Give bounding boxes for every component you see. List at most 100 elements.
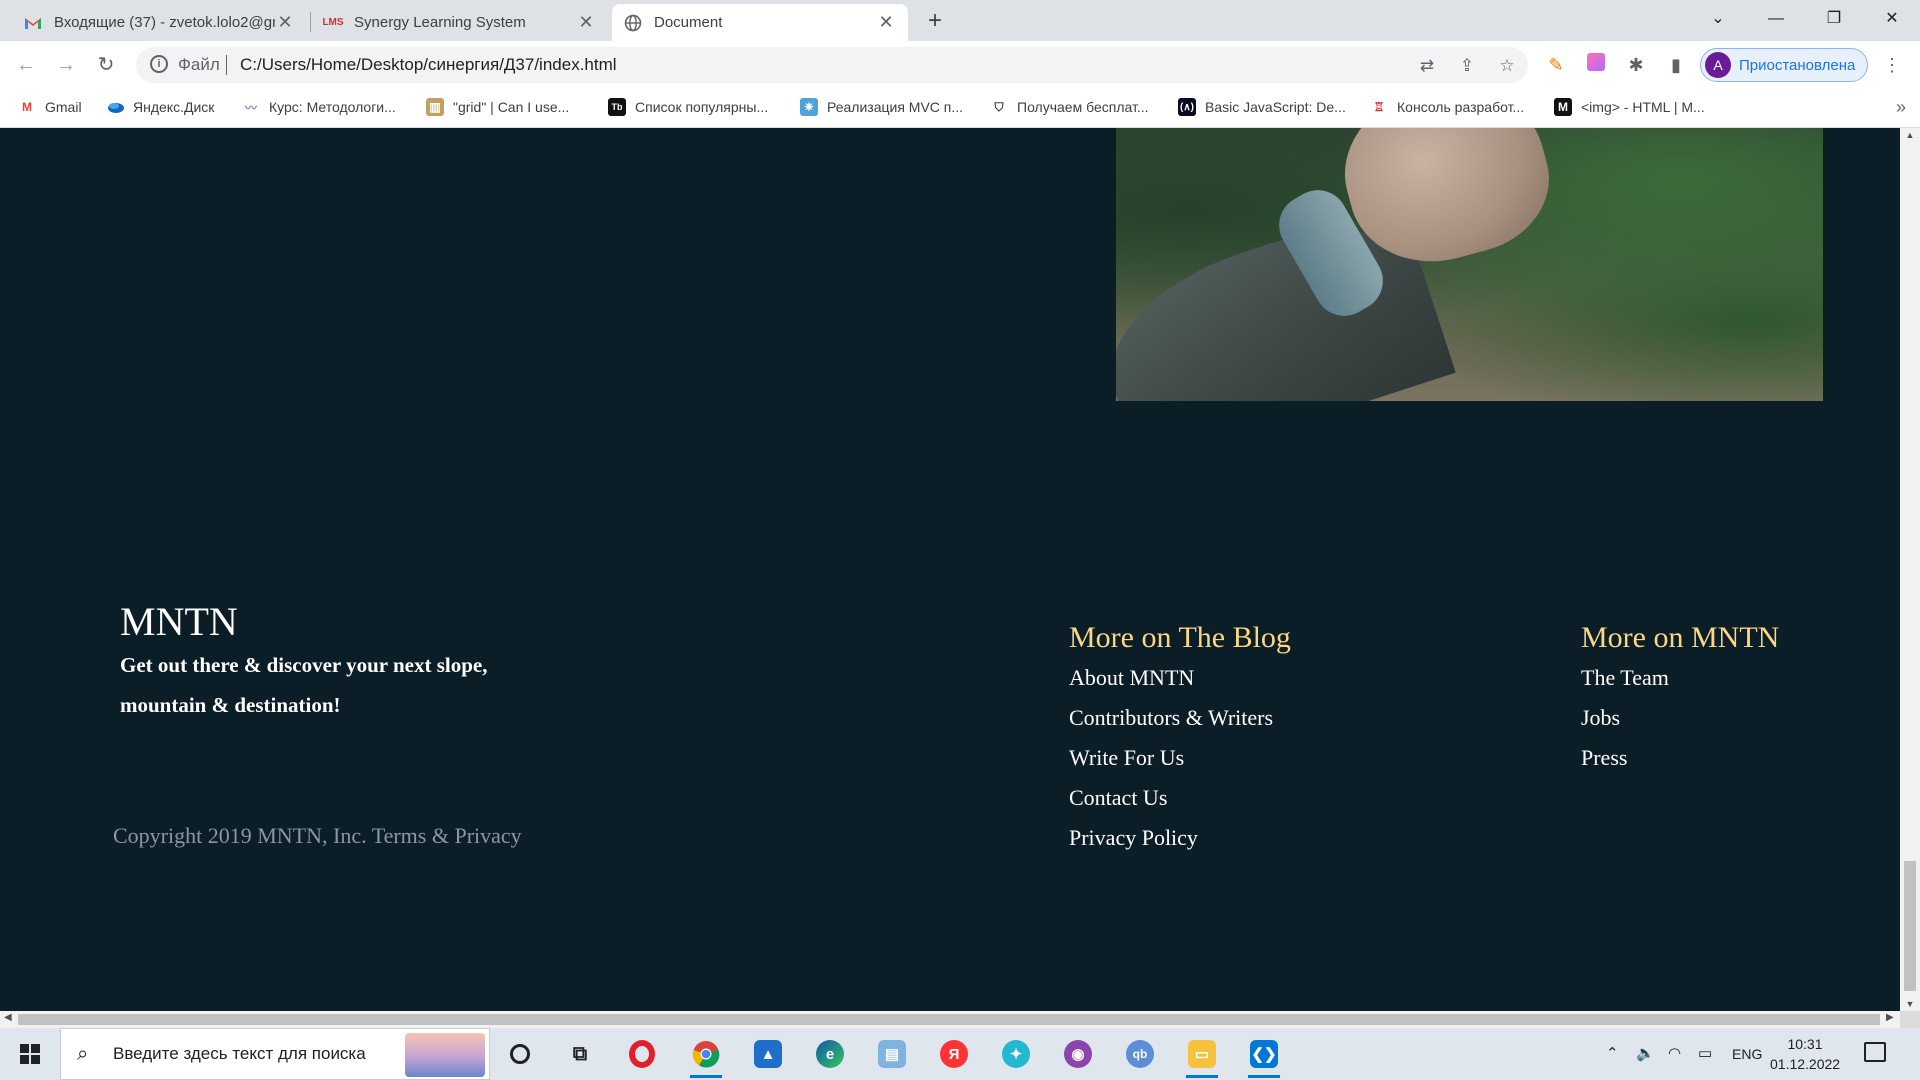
close-tab-icon[interactable]: ✕	[576, 12, 596, 33]
avatar: A	[1705, 52, 1731, 78]
share-icon[interactable]: ⇪	[1456, 55, 1478, 77]
vertical-scrollbar[interactable]: ▲ ▼	[1900, 128, 1920, 1011]
bookmark-course[interactable]: 〰 Курс: Методологи...	[242, 98, 396, 116]
footer-column-mntn: More on MNTN The Team Jobs Press	[1581, 618, 1779, 778]
translate-icon[interactable]: ⇄	[1416, 55, 1438, 77]
footer-link-write[interactable]: Write For Us	[1069, 738, 1291, 778]
tab-synergy[interactable]: LMS Synergy Learning System ✕	[312, 4, 608, 41]
bookmark-caniuse[interactable]: ▥ "grid" | Can I use...	[426, 98, 569, 116]
reload-button[interactable]: ↻	[92, 51, 120, 79]
menu-kebab-icon[interactable]: ⋮	[1880, 53, 1904, 77]
cortana-icon[interactable]	[500, 1034, 540, 1074]
tab-title: Входящие (37) - zvetok.lolo2@gmail.com	[54, 14, 275, 31]
bookmark-star-icon[interactable]: ☆	[1496, 55, 1518, 77]
extension-gradient-icon[interactable]	[1584, 53, 1608, 77]
bookmark-popular-list[interactable]: Tb Список популярны...	[608, 98, 768, 116]
task-view-icon[interactable]: ⧉	[560, 1034, 600, 1074]
yandex-browser-icon[interactable]: Я	[934, 1034, 974, 1074]
footer-column-title: More on The Blog	[1069, 621, 1291, 654]
scroll-right-arrow-icon[interactable]: ▶	[1886, 1012, 1894, 1023]
scroll-down-arrow-icon[interactable]: ▼	[1900, 999, 1920, 1009]
start-button[interactable]	[0, 1028, 60, 1080]
show-hidden-icons-icon[interactable]: ⌃	[1606, 1028, 1619, 1080]
back-button[interactable]: ←	[12, 51, 40, 79]
side-panel-icon[interactable]: ▮	[1664, 53, 1688, 77]
app-icon[interactable]: ✦	[996, 1034, 1036, 1074]
footer-link-contact[interactable]: Contact Us	[1069, 778, 1291, 818]
bookmark-label: Реализация MVC п...	[827, 99, 964, 115]
url-text[interactable]: C:/Users/Home/Desktop/синергия/Д37/index…	[240, 55, 617, 75]
bookmarks-overflow-icon[interactable]: »	[1896, 97, 1906, 118]
battery-icon[interactable]: ▭	[1698, 1028, 1712, 1080]
profile-button[interactable]: A Приостановлена	[1700, 48, 1868, 82]
bookmark-devconsole[interactable]: ♖ Консоль разработ...	[1370, 98, 1524, 116]
bookmark-label: Gmail	[45, 99, 82, 115]
bookmarks-bar: M Gmail Яндекс.Диск 〰 Курс: Методологи..…	[0, 89, 1920, 128]
qbittorrent-icon[interactable]: qb	[1120, 1034, 1160, 1074]
footer-link-contributors[interactable]: Contributors & Writers	[1069, 698, 1291, 738]
photos-icon[interactable]: ▲	[748, 1034, 788, 1074]
bookmark-yandex-disk[interactable]: Яндекс.Диск	[106, 98, 214, 116]
file-explorer-icon[interactable]: ▭	[1182, 1034, 1222, 1078]
scrollbar-thumb[interactable]	[1904, 861, 1916, 991]
page-viewport: MNTN Get out there & discover your next …	[0, 128, 1920, 1011]
horizontal-scrollbar[interactable]: ◀ ▶	[0, 1011, 1900, 1028]
github-desktop-icon[interactable]: ◉	[1058, 1034, 1098, 1074]
tab-document[interactable]: Document ✕	[612, 4, 908, 41]
bookmark-mdn[interactable]: M <img> - HTML | M...	[1554, 98, 1705, 116]
bookmark-label: Консоль разработ...	[1397, 99, 1525, 115]
footer-logo[interactable]: MNTN	[120, 598, 238, 645]
info-icon[interactable]: i	[150, 55, 168, 73]
globe-icon	[624, 14, 642, 32]
course-icon: 〰	[244, 100, 257, 115]
bookmark-free[interactable]: ⛉ Получаем бесплат...	[990, 98, 1149, 116]
scrollbar-corner	[1900, 1011, 1920, 1028]
footer-link-jobs[interactable]: Jobs	[1581, 698, 1779, 738]
shield-icon: ⛉	[994, 99, 1004, 114]
bookmark-gmail[interactable]: M Gmail	[18, 98, 82, 116]
notification-center-icon[interactable]	[1864, 1042, 1886, 1062]
footer-link-privacy[interactable]: Privacy Policy	[1069, 818, 1291, 858]
footer-link-press[interactable]: Press	[1581, 738, 1779, 778]
notepad-icon[interactable]: ▤	[872, 1034, 912, 1074]
edge-icon[interactable]: e	[810, 1034, 850, 1074]
close-tab-icon[interactable]: ✕	[275, 12, 295, 33]
footer-link-about[interactable]: About MNTN	[1069, 658, 1291, 698]
profile-status: Приостановлена	[1739, 56, 1856, 74]
browser-toolbar: ← → ↻ i Файл C:/Users/Home/Desktop/синер…	[0, 41, 1920, 89]
close-window-button[interactable]: ✕	[1864, 0, 1920, 41]
tab-gmail[interactable]: Входящие (37) - zvetok.lolo2@gmail.com ✕	[12, 4, 307, 41]
taskbar-search[interactable]: ⌕ Введите здесь текст для поиска	[60, 1028, 490, 1080]
mvc-icon: ✷	[800, 98, 818, 116]
footer-link-team[interactable]: The Team	[1581, 658, 1779, 698]
extension-icon[interactable]: ✎	[1544, 53, 1568, 77]
volume-icon[interactable]: 🔈	[1636, 1028, 1655, 1080]
language-indicator[interactable]: ENG	[1732, 1028, 1762, 1080]
tab-search-icon[interactable]: ⌄	[1690, 0, 1746, 41]
wifi-icon[interactable]: ◠	[1668, 1028, 1681, 1080]
vscode-icon[interactable]: ❮❯	[1244, 1034, 1284, 1078]
address-bar[interactable]: i Файл C:/Users/Home/Desktop/синергия/Д3…	[136, 47, 1528, 83]
close-tab-icon[interactable]: ✕	[876, 12, 896, 33]
bookmark-label: Получаем бесплат...	[1017, 99, 1149, 115]
tab-separator	[310, 12, 311, 32]
opera-icon[interactable]	[622, 1034, 662, 1074]
hero-photo	[1116, 128, 1823, 401]
scrollbar-thumb[interactable]	[18, 1014, 1880, 1025]
chrome-icon[interactable]	[686, 1034, 726, 1078]
scroll-up-arrow-icon[interactable]: ▲	[1900, 130, 1920, 140]
windows-taskbar: ⌕ Введите здесь текст для поиска ⧉ ▲ e ▤…	[0, 1028, 1920, 1080]
tab-strip: Входящие (37) - zvetok.lolo2@gmail.com ✕…	[0, 0, 1920, 41]
bookmark-mvc[interactable]: ✷ Реализация MVC п...	[800, 98, 963, 116]
copyright-text: Copyright 2019 MNTN, Inc. Terms & Privac…	[113, 823, 522, 848]
restore-button[interactable]: ❐	[1806, 0, 1862, 41]
bookmark-basic-js[interactable]: (∧) Basic JavaScript: De...	[1178, 98, 1346, 116]
minimize-button[interactable]: —	[1748, 0, 1804, 41]
new-tab-button[interactable]: +	[921, 8, 949, 36]
forward-button[interactable]: →	[52, 51, 80, 79]
scroll-left-arrow-icon[interactable]: ◀	[4, 1012, 12, 1023]
system-clock[interactable]: 10:31 01.12.2022	[1770, 1034, 1840, 1074]
extensions-puzzle-icon[interactable]: ✱	[1624, 53, 1648, 77]
search-placeholder: Введите здесь текст для поиска	[113, 1044, 366, 1063]
clock-time: 10:31	[1787, 1036, 1823, 1052]
